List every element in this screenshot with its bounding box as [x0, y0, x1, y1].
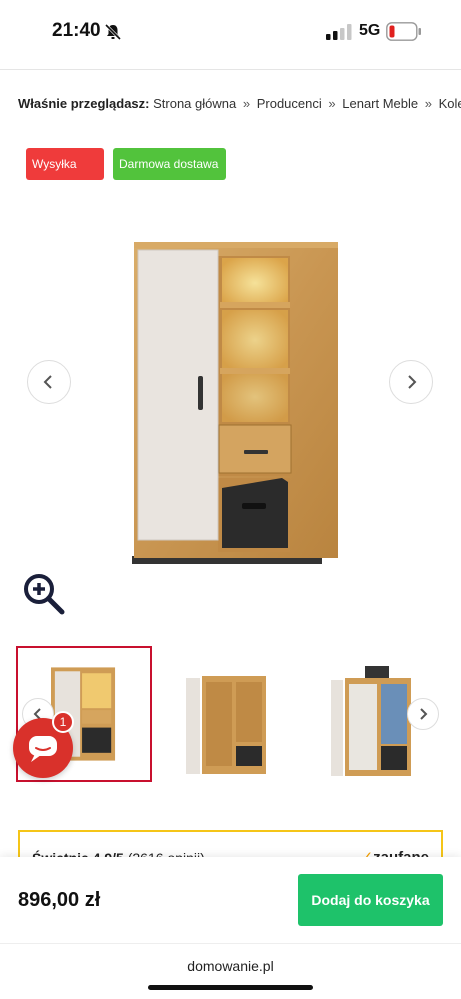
zoom-in-icon[interactable] [22, 572, 66, 616]
image-next-button[interactable] [389, 360, 433, 404]
thumbnail-image [186, 676, 266, 774]
breadcrumb: Właśnie przeglądasz: Strona główna » Pro… [18, 96, 461, 111]
add-to-cart-button[interactable]: Dodaj do koszyka [298, 874, 443, 926]
header-divider [0, 69, 461, 70]
breadcrumb-item-producers[interactable]: Producenci [257, 96, 322, 111]
battery-low-icon [386, 22, 421, 41]
breadcrumb-item-home[interactable]: Strona główna [153, 96, 236, 111]
product-price: 896,00 zł [18, 889, 101, 911]
chat-unread-badge: 1 [52, 711, 74, 733]
status-bar: 21:40 5G [0, 0, 461, 64]
signal-icon [326, 24, 352, 40]
home-indicator [148, 985, 313, 990]
free-delivery-badge: Darmowa dostawa [113, 148, 226, 180]
network-label: 5G [359, 22, 381, 39]
chevron-left-icon [43, 375, 52, 389]
breadcrumb-item-brand[interactable]: Lenart Meble [342, 96, 418, 111]
chevron-right-icon [408, 375, 417, 389]
breadcrumb-separator: » [328, 96, 336, 111]
browser-url-bar[interactable]: domowanie.pl [0, 943, 461, 999]
thumbnails-next-button[interactable] [407, 698, 439, 730]
breadcrumb-lead: Właśnie przeglądasz: [18, 96, 150, 111]
breadcrumb-item-collection[interactable]: Kole [439, 96, 461, 111]
status-time: 21:40 [52, 20, 101, 41]
chevron-right-icon [420, 708, 428, 720]
breadcrumb-separator: » [424, 96, 432, 111]
url-text: domowanie.pl [187, 958, 274, 974]
image-prev-button[interactable] [27, 360, 71, 404]
thumbnail-2[interactable] [166, 646, 302, 782]
shipping-badge: Wysyłka 48H [26, 148, 104, 203]
bell-slash-icon [104, 23, 122, 41]
product-image[interactable] [122, 238, 352, 570]
purchase-bar: 896,00 zł Dodaj do koszyka [0, 857, 461, 943]
breadcrumb-separator: » [242, 96, 251, 111]
